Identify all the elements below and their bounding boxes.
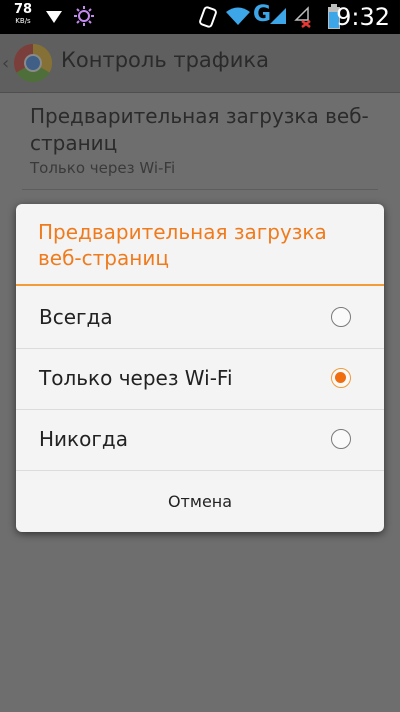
option-wifi-only[interactable]: Только через Wi-Fi	[16, 349, 384, 409]
page-title: Контроль трафика	[61, 48, 269, 72]
nfc-icon	[199, 6, 217, 28]
radio-button-selected[interactable]	[331, 368, 351, 388]
radio-dot-icon	[335, 372, 346, 383]
cancel-button[interactable]: Отмена	[16, 471, 384, 532]
list-divider	[22, 189, 378, 190]
dialog-title-divider	[16, 284, 384, 286]
back-caret-icon[interactable]: ‹	[2, 53, 9, 74]
weather-icon	[74, 6, 94, 26]
option-label: Только через Wi-Fi	[39, 366, 233, 390]
download-arrow-icon	[46, 11, 62, 23]
pref-item-title[interactable]: Предварительная загрузка веб-страниц	[30, 103, 370, 157]
network-speed-unit: KB/s	[15, 17, 31, 25]
radio-button[interactable]	[331, 307, 351, 327]
option-never[interactable]: Никогда	[16, 410, 384, 470]
option-label: Никогда	[39, 427, 128, 451]
clock: 9:32	[336, 3, 390, 31]
network-speed-indicator: 78 KB/s	[10, 2, 36, 26]
dialog-title: Предварительная загрузка веб-страниц	[38, 220, 327, 270]
prefetch-dialog: Предварительная загрузка веб-страниц Все…	[16, 204, 384, 532]
option-label: Всегда	[39, 305, 113, 329]
pref-item-summary: Только через Wi-Fi	[30, 159, 176, 177]
signal-1-icon	[270, 8, 286, 24]
status-bar: 78 KB/s G 9:32	[0, 0, 400, 34]
signal-2-no-service-icon	[294, 6, 311, 28]
action-bar: ‹ Контроль трафика	[0, 34, 400, 93]
network-speed-value: 78	[13, 2, 33, 17]
option-always[interactable]: Всегда	[16, 288, 384, 348]
wifi-icon	[226, 7, 250, 25]
radio-button[interactable]	[331, 429, 351, 449]
chrome-logo-icon[interactable]	[13, 43, 53, 83]
